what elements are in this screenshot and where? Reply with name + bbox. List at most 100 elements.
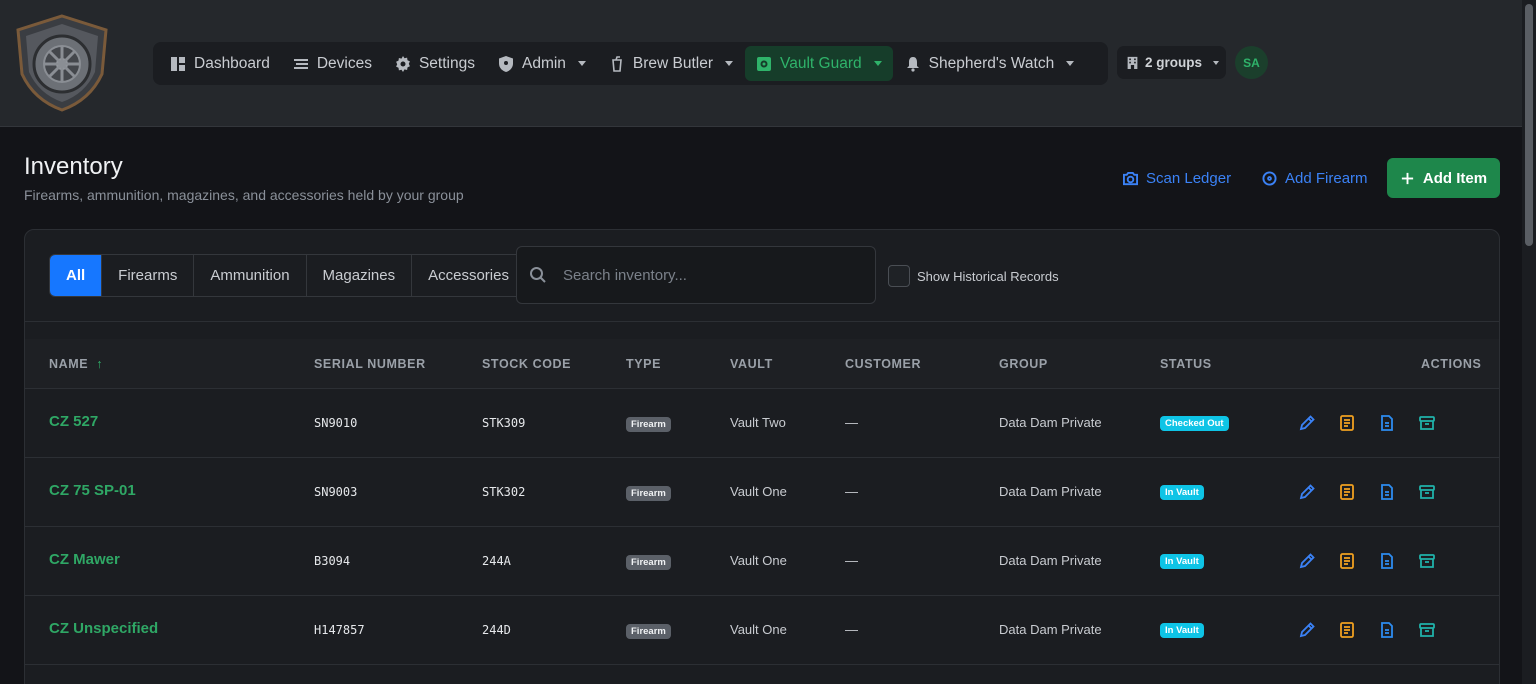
column-header-name[interactable]: NAME ↑ bbox=[49, 357, 103, 371]
nav-item-label: Devices bbox=[316, 54, 372, 72]
vault-icon bbox=[757, 56, 772, 71]
plus-icon bbox=[1401, 172, 1414, 184]
stock-code: 244D bbox=[482, 623, 511, 637]
document-icon bbox=[1381, 415, 1393, 431]
add-item-label: Add Item bbox=[1422, 169, 1488, 187]
vault-name: Vault One bbox=[730, 484, 787, 499]
page-scrollbar[interactable] bbox=[1522, 0, 1536, 684]
column-header-stock[interactable]: STOCK CODE bbox=[482, 357, 571, 371]
column-label: NAME bbox=[49, 357, 89, 371]
status-badge: In Vault bbox=[1160, 485, 1204, 500]
column-header-vault[interactable]: VAULT bbox=[730, 357, 773, 371]
column-header-customer[interactable]: CUSTOMER bbox=[845, 357, 921, 371]
add-item-button[interactable]: Add Item bbox=[1387, 158, 1500, 198]
serial-number: SN9003 bbox=[314, 485, 358, 499]
ledger-button[interactable] bbox=[1338, 621, 1356, 639]
ledger-button[interactable] bbox=[1338, 414, 1356, 432]
column-header-actions: ACTIONS bbox=[1421, 357, 1482, 371]
document-button[interactable] bbox=[1378, 552, 1396, 570]
show-historical-toggle[interactable]: Show Historical Records bbox=[888, 265, 1059, 287]
page-title: Inventory bbox=[24, 153, 123, 180]
nav-item-brew-butler[interactable]: Brew Butler bbox=[598, 46, 744, 81]
cup-icon bbox=[612, 55, 622, 72]
table-header: NAME ↑ SERIAL NUMBER STOCK CODE TYPE VAUL… bbox=[25, 339, 1499, 389]
pencil-icon bbox=[1299, 484, 1315, 500]
column-header-type[interactable]: TYPE bbox=[626, 357, 661, 371]
item-name-link[interactable]: CZ 527 bbox=[49, 413, 98, 430]
group-selector[interactable]: 2 groups bbox=[1117, 46, 1226, 79]
edit-button[interactable] bbox=[1298, 621, 1316, 639]
filter-tab-accessories[interactable]: Accessories bbox=[412, 255, 525, 296]
edit-button[interactable] bbox=[1298, 552, 1316, 570]
item-name-link[interactable]: CZ Unspecified bbox=[49, 620, 158, 637]
sort-ascending-icon: ↑ bbox=[96, 357, 104, 371]
column-header-status[interactable]: STATUS bbox=[1160, 357, 1212, 371]
archive-button[interactable] bbox=[1418, 414, 1436, 432]
ledger-icon bbox=[1340, 484, 1354, 500]
status-badge: In Vault bbox=[1160, 623, 1204, 638]
status-badge: In Vault bbox=[1160, 554, 1204, 569]
serial-number: SN9010 bbox=[314, 416, 358, 430]
nav-item-label: Brew Butler bbox=[632, 54, 714, 72]
column-header-group[interactable]: GROUP bbox=[999, 357, 1048, 371]
archive-button[interactable] bbox=[1418, 483, 1436, 501]
scan-ledger-button[interactable]: Scan Ledger bbox=[1123, 158, 1231, 198]
nav-item-devices[interactable]: Devices bbox=[282, 46, 383, 81]
camera-icon bbox=[1123, 171, 1138, 185]
ledger-button[interactable] bbox=[1338, 483, 1356, 501]
nav-item-admin[interactable]: Admin bbox=[487, 46, 597, 81]
group-selector-label: 2 groups bbox=[1145, 55, 1203, 70]
type-badge: Firearm bbox=[626, 417, 671, 432]
nav-item-label: Settings bbox=[418, 54, 475, 72]
group-name: Data Dam Private bbox=[999, 484, 1102, 499]
archive-button[interactable] bbox=[1418, 621, 1436, 639]
nav-item-vault-guard[interactable]: Vault Guard bbox=[745, 46, 893, 81]
chevron-down-icon bbox=[1213, 60, 1220, 65]
pencil-icon bbox=[1299, 622, 1315, 638]
page-subtitle: Firearms, ammunition, magazines, and acc… bbox=[24, 187, 464, 203]
document-button[interactable] bbox=[1378, 483, 1396, 501]
filter-tab-magazines[interactable]: Magazines bbox=[307, 255, 413, 296]
filter-tab-ammunition[interactable]: Ammunition bbox=[194, 255, 307, 296]
filter-tab-firearms[interactable]: Firearms bbox=[102, 255, 195, 296]
filter-tab-all[interactable]: All bbox=[50, 255, 103, 296]
vault-logo[interactable] bbox=[10, 12, 114, 112]
add-firearm-button[interactable]: Add Firearm bbox=[1262, 158, 1368, 198]
historical-checkbox[interactable] bbox=[888, 265, 910, 287]
ledger-button[interactable] bbox=[1338, 552, 1356, 570]
building-icon bbox=[1127, 56, 1138, 69]
document-button[interactable] bbox=[1378, 414, 1396, 432]
target-icon bbox=[1262, 170, 1277, 186]
vault-name: Vault Two bbox=[730, 415, 786, 430]
archive-icon bbox=[1419, 485, 1435, 499]
customer-name: — bbox=[845, 484, 858, 499]
pencil-icon bbox=[1299, 415, 1315, 431]
archive-button[interactable] bbox=[1418, 552, 1436, 570]
document-button[interactable] bbox=[1378, 621, 1396, 639]
nav-item-dashboard[interactable]: Dashboard bbox=[159, 46, 281, 81]
vault-name: Vault One bbox=[730, 622, 787, 637]
nav-item-shepherds-watch[interactable]: Shepherd's Watch bbox=[894, 46, 1086, 81]
serial-number: B3094 bbox=[314, 554, 351, 568]
column-header-serial[interactable]: SERIAL NUMBER bbox=[314, 357, 426, 371]
edit-button[interactable] bbox=[1298, 414, 1316, 432]
divider bbox=[25, 321, 1499, 322]
add-firearm-label: Add Firearm bbox=[1285, 169, 1368, 187]
type-badge: Firearm bbox=[626, 486, 671, 501]
dashboard-icon bbox=[171, 56, 185, 71]
scrollbar-thumb[interactable] bbox=[1525, 4, 1533, 246]
stock-code: STK309 bbox=[482, 416, 526, 430]
nav-item-settings[interactable]: Settings bbox=[384, 46, 486, 81]
user-avatar[interactable]: SA bbox=[1235, 46, 1268, 79]
search-input[interactable] bbox=[563, 266, 853, 284]
item-name-link[interactable]: CZ 75 SP-01 bbox=[49, 482, 136, 499]
serial-number: H147857 bbox=[314, 623, 365, 637]
chevron-down-icon bbox=[577, 61, 586, 66]
item-name-link[interactable]: CZ Mawer bbox=[49, 551, 120, 568]
type-badge: Firearm bbox=[626, 624, 671, 639]
stock-code: STK302 bbox=[482, 485, 526, 499]
group-name: Data Dam Private bbox=[999, 415, 1102, 430]
chevron-down-icon bbox=[1066, 61, 1075, 66]
edit-button[interactable] bbox=[1298, 483, 1316, 501]
pencil-icon bbox=[1299, 553, 1315, 569]
